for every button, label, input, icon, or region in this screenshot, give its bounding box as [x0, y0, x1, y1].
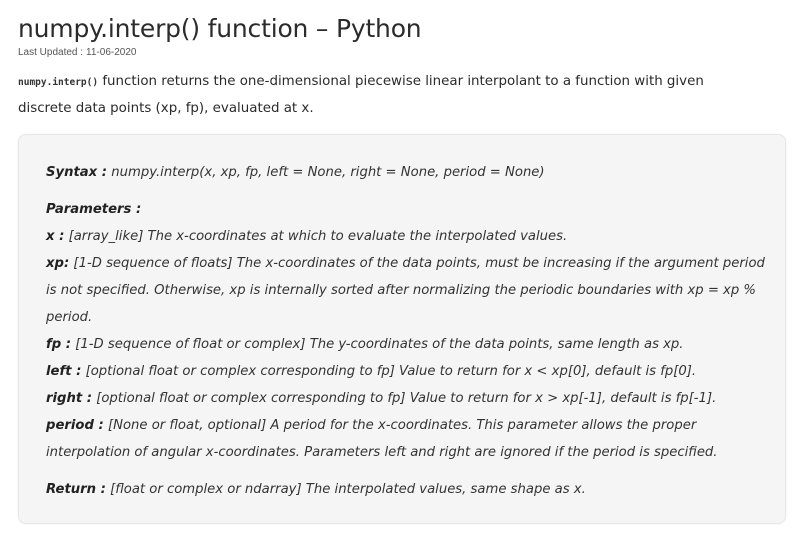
parameters-heading-label: Parameters :: [46, 202, 142, 217]
page-title: numpy.interp() function – Python: [18, 14, 422, 43]
return-label: Return :: [46, 482, 106, 497]
return-line: Return : [float or complex or ndarray] T…: [46, 476, 765, 503]
param-name: period :: [46, 418, 104, 433]
last-updated-date: 11-06-2020: [86, 47, 137, 58]
syntax-text: numpy.interp(x, xp, fp, left = None, rig…: [107, 165, 545, 180]
param-name: left :: [46, 364, 82, 379]
param-fp: fp : [1-D sequence of float or complex] …: [46, 331, 765, 358]
param-name: right :: [46, 391, 93, 406]
param-desc: [1-D sequence of floats] The x-coordinat…: [46, 256, 765, 325]
intro-text: function returns the one-dimensional pie…: [18, 74, 704, 116]
param-name: xp:: [46, 256, 70, 271]
syntax-label: Syntax :: [46, 165, 108, 180]
param-desc: [optional float or complex corresponding…: [92, 391, 717, 406]
last-updated: Last Updated :11-06-2020: [18, 47, 793, 59]
param-desc: [1-D sequence of float or complex] The y…: [71, 337, 684, 352]
param-x: x : [array_like] The x-coordinates at wh…: [46, 223, 765, 250]
intro-paragraph: numpy.interp() function returns the one-…: [18, 69, 753, 122]
inline-code: numpy.interp(): [18, 77, 99, 88]
param-desc: [optional float or complex corresponding…: [81, 364, 697, 379]
param-name: x :: [46, 229, 65, 244]
last-updated-label: Last Updated :: [18, 47, 84, 58]
param-right: right : [optional float or complex corre…: [46, 385, 765, 412]
return-text: [float or complex or ndarray] The interp…: [105, 482, 586, 497]
parameters-heading: Parameters :: [46, 196, 765, 223]
param-period: period : [None or float, optional] A per…: [46, 412, 765, 466]
param-xp: xp: [1-D sequence of floats] The x-coord…: [46, 250, 765, 331]
article: numpy.interp() function – Python Last Up…: [18, 12, 793, 524]
param-name: fp :: [46, 337, 72, 352]
syntax-box: Syntax : numpy.interp(x, xp, fp, left = …: [18, 134, 786, 524]
param-desc: [array_like] The x-coordinates at which …: [64, 229, 568, 244]
param-desc: [None or float, optional] A period for t…: [46, 418, 718, 460]
syntax-line: Syntax : numpy.interp(x, xp, fp, left = …: [46, 159, 765, 186]
param-left: left : [optional float or complex corres…: [46, 358, 765, 385]
